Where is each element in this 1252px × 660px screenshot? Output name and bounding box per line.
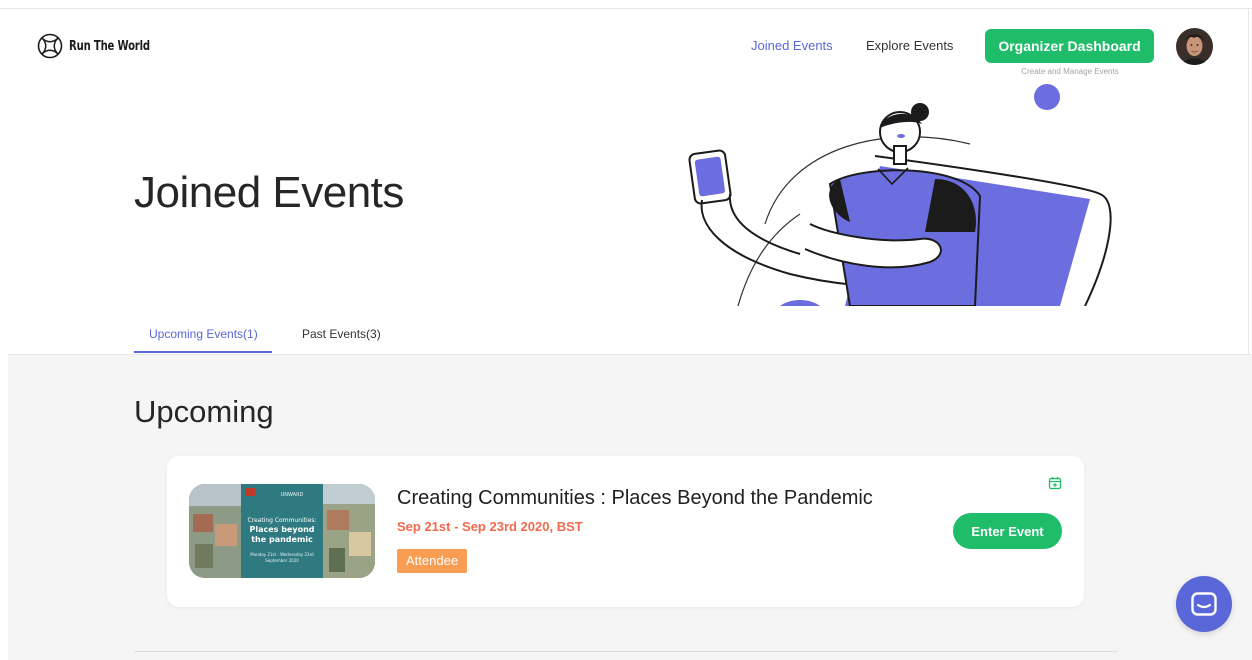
event-title[interactable]: Creating Communities : Places Beyond the… (397, 487, 873, 510)
nav-joined-events[interactable]: Joined Events (751, 38, 833, 53)
logo[interactable]: Run The World (37, 33, 163, 59)
nav-explore-events[interactable]: Explore Events (866, 38, 953, 53)
top-divider (0, 8, 1252, 9)
thumbnail-dates-2: September 2020 (265, 558, 299, 563)
active-tab-indicator (134, 351, 272, 353)
thumbnail-dates-1: Monday 21st - Wednesday 23rd (250, 552, 314, 557)
event-thumbnail[interactable]: UNWARD Creating Communities: Places beyo… (189, 484, 375, 578)
thumbnail-headline-1: Creating Communities: (247, 517, 316, 524)
thumbnail-brand: UNWARD (281, 492, 304, 498)
organizer-dashboard-button[interactable]: Organizer Dashboard (985, 29, 1154, 63)
enter-event-button[interactable]: Enter Event (953, 513, 1062, 549)
globe-x-icon (37, 33, 63, 59)
role-badge: Attendee (397, 549, 468, 573)
calendar-icon[interactable] (1048, 476, 1062, 490)
thumbnail-headline-2: Places beyond (249, 525, 314, 534)
avatar-image (1176, 28, 1213, 65)
event-thumbnail-image: UNWARD Creating Communities: Places beyo… (189, 484, 375, 578)
bottom-divider (134, 651, 1118, 652)
page-title: Joined Events (134, 168, 404, 217)
chat-launcher-button[interactable] (1176, 576, 1232, 632)
dot-decoration (1034, 84, 1060, 110)
logo-text: Run The World (69, 38, 150, 54)
organizer-subtitle: Create and Manage Events (1021, 67, 1119, 76)
section-title: Upcoming (134, 394, 274, 429)
hero-illustration (688, 84, 1112, 306)
tab-past-events[interactable]: Past Events(3) (302, 327, 381, 341)
tab-upcoming-events[interactable]: Upcoming Events(1) (149, 327, 258, 341)
thumbnail-headline-3: the pandemic (251, 535, 313, 544)
chat-icon (1191, 592, 1217, 616)
avatar[interactable] (1176, 28, 1213, 65)
event-date: Sep 21st - Sep 23rd 2020, BST (397, 519, 583, 534)
